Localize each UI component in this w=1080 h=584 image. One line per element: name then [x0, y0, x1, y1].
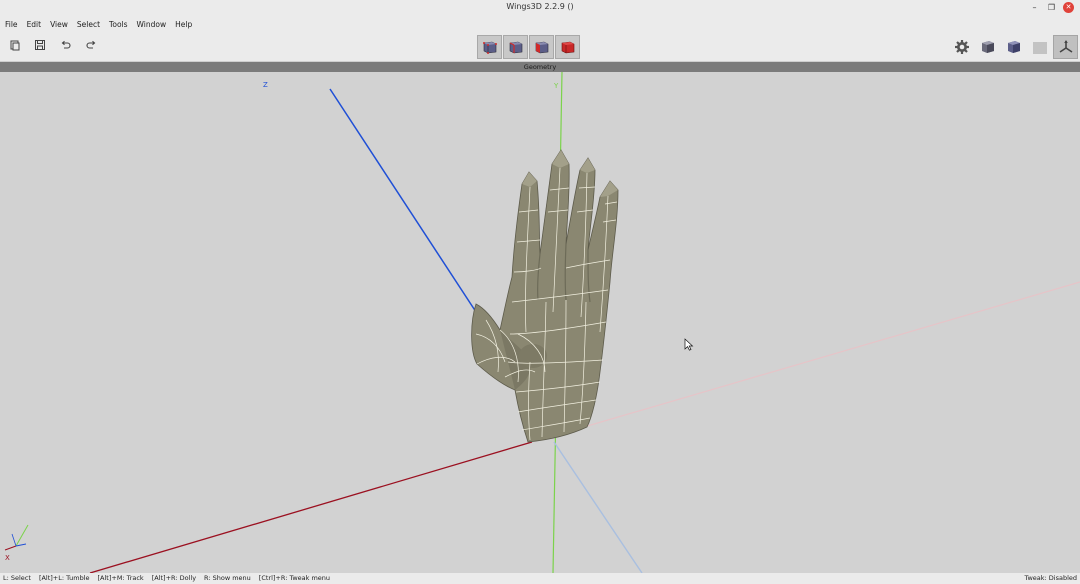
geometry-header: Geometry	[0, 62, 1080, 72]
hint-select: L: Select	[3, 574, 31, 582]
settings-icon	[954, 40, 969, 54]
new-file-icon	[10, 40, 20, 51]
redo-icon	[86, 40, 96, 49]
tweak-axes-icon	[1059, 40, 1072, 53]
menu-tools[interactable]: Tools	[109, 20, 127, 29]
face-mode-icon	[535, 41, 548, 54]
face-mode-button[interactable]	[529, 35, 554, 59]
selection-mode-group	[477, 35, 580, 59]
undo-button[interactable]	[59, 39, 73, 53]
close-button[interactable]: ✕	[1063, 2, 1074, 13]
ground-plane-button[interactable]	[1027, 35, 1052, 59]
geometry-title: Geometry	[523, 63, 557, 71]
save-button[interactable]	[33, 39, 47, 53]
hand-model[interactable]	[471, 149, 619, 443]
save-icon	[35, 40, 45, 50]
menu-bar: File Edit View Select Tools Window Help	[0, 16, 1080, 32]
edge-mode-icon	[509, 41, 522, 54]
status-hints: L: Select [Alt]+L: Tumble [Alt]+M: Track…	[3, 574, 330, 582]
body-mode-icon	[561, 41, 574, 54]
redo-button[interactable]	[84, 39, 98, 53]
maximize-button[interactable]: ❐	[1046, 2, 1057, 13]
menu-edit[interactable]: Edit	[27, 20, 42, 29]
hint-track: [Alt]+M: Track	[97, 574, 144, 582]
z-axis-negative	[553, 441, 643, 573]
toolbar	[0, 32, 1080, 62]
window-title: Wings3D 2.2.9 ()	[506, 2, 574, 11]
axis-gizmo: X	[4, 524, 29, 562]
menu-select[interactable]: Select	[77, 20, 100, 29]
wireframe-cube-button[interactable]	[1001, 35, 1026, 59]
hint-show-menu: R: Show menu	[204, 574, 251, 582]
menu-window[interactable]: Window	[137, 20, 167, 29]
smooth-preview-button[interactable]	[975, 35, 1000, 59]
edge-mode-button[interactable]	[503, 35, 528, 59]
z-axis-label: Z	[263, 81, 268, 89]
undo-icon	[61, 40, 71, 49]
ground-plane-icon	[1032, 42, 1047, 54]
title-bar: Wings3D 2.2.9 () – ❐ ✕	[0, 0, 1080, 16]
tweak-axes-button[interactable]	[1053, 35, 1078, 59]
hint-tumble: [Alt]+L: Tumble	[38, 574, 90, 582]
menu-view[interactable]: View	[50, 20, 68, 29]
geometry-viewport[interactable]: Z Y X	[0, 72, 1080, 573]
y-axis-label: Y	[553, 82, 559, 90]
viewport-canvas: Z Y X	[4, 72, 1080, 573]
window-controls: – ❐ ✕	[1029, 2, 1074, 13]
menu-file[interactable]: File	[5, 20, 18, 29]
hint-tweak-menu: [Ctrl]+R: Tweak menu	[258, 574, 331, 582]
gizmo-x-label: X	[5, 554, 10, 562]
x-axis	[89, 441, 533, 573]
settings-button[interactable]	[949, 35, 974, 59]
wings3d-window: Wings3D 2.2.9 () – ❐ ✕ File Edit View Se…	[0, 0, 1080, 584]
z-axis	[329, 88, 479, 316]
tweak-status: Tweak: Disabled	[1024, 574, 1077, 582]
minimize-button[interactable]: –	[1029, 2, 1040, 13]
vertex-mode-icon	[482, 41, 497, 54]
menu-help[interactable]: Help	[175, 20, 192, 29]
status-bar: L: Select [Alt]+L: Tumble [Alt]+M: Track…	[0, 573, 1080, 584]
body-mode-button[interactable]	[555, 35, 580, 59]
vertex-mode-button[interactable]	[477, 35, 502, 59]
view-tools	[949, 35, 1078, 59]
new-file-button[interactable]	[8, 39, 22, 53]
x-axis-negative	[559, 281, 1080, 435]
mouse-cursor	[684, 338, 694, 351]
wireframe-cube-icon	[1007, 41, 1020, 53]
hint-dolly: [Alt]+R: Dolly	[151, 574, 197, 582]
smooth-preview-icon	[981, 41, 994, 53]
